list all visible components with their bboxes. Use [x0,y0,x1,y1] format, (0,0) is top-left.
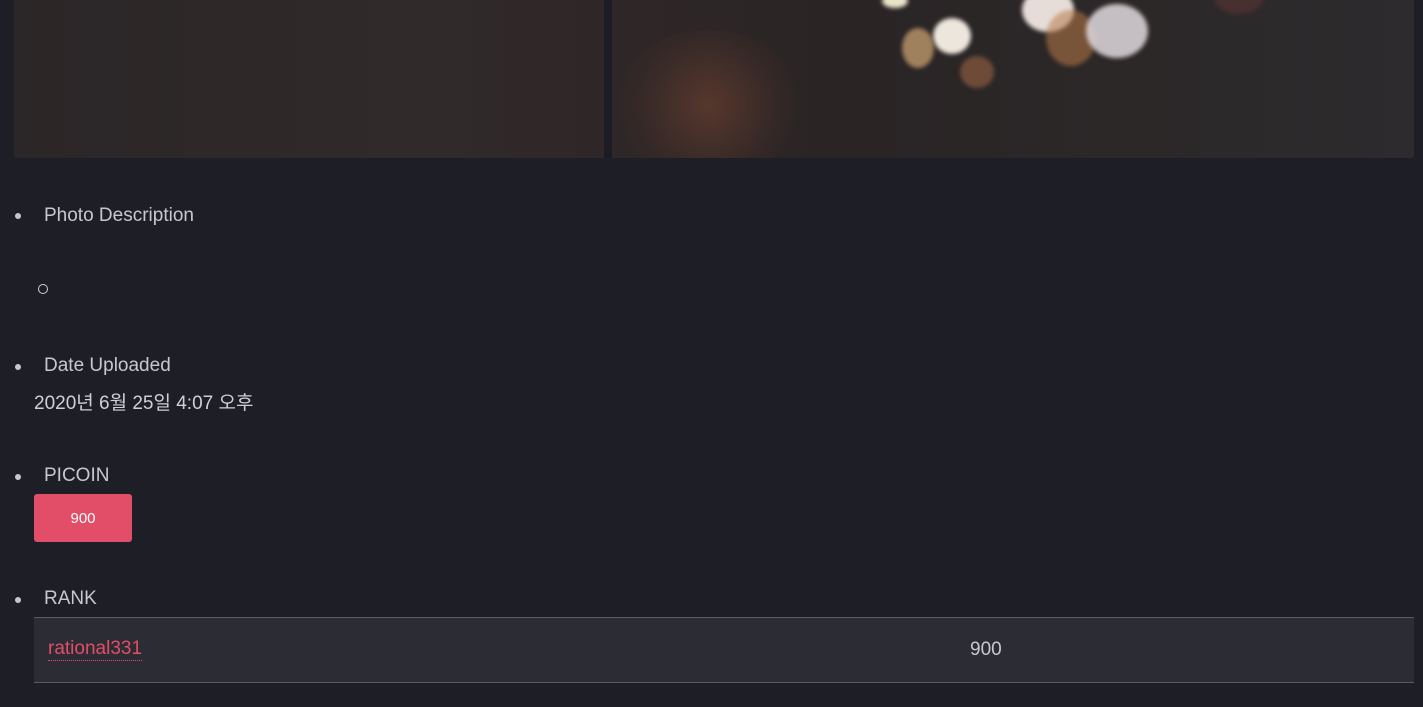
bokeh-light [1086,4,1148,58]
photo-pole [604,0,612,158]
date-uploaded-value: 2020년 6월 25일 4:07 오후 [34,393,254,414]
date-uploaded-label: Date Uploaded [44,355,171,376]
rank-label: RANK [44,588,97,609]
list-bullet [15,213,21,219]
description-bullet-icon [38,284,48,294]
rank-table-row: rational331 900 [34,617,1414,683]
photo-light-glow [614,30,804,158]
bokeh-light [933,18,971,54]
list-bullet [15,597,21,603]
list-bullet [15,474,21,480]
rank-user-link[interactable]: rational331 [48,638,143,661]
bokeh-light [1214,0,1264,14]
photo-image [14,0,1414,158]
picoin-button[interactable]: 900 [34,494,132,542]
rank-score: 900 [970,639,1002,660]
list-bullet [15,364,21,370]
picoin-label: PICOIN [44,465,110,486]
bokeh-light [960,56,994,88]
bokeh-light [882,0,908,8]
bokeh-light [902,28,934,68]
photo-description-label: Photo Description [44,205,194,226]
